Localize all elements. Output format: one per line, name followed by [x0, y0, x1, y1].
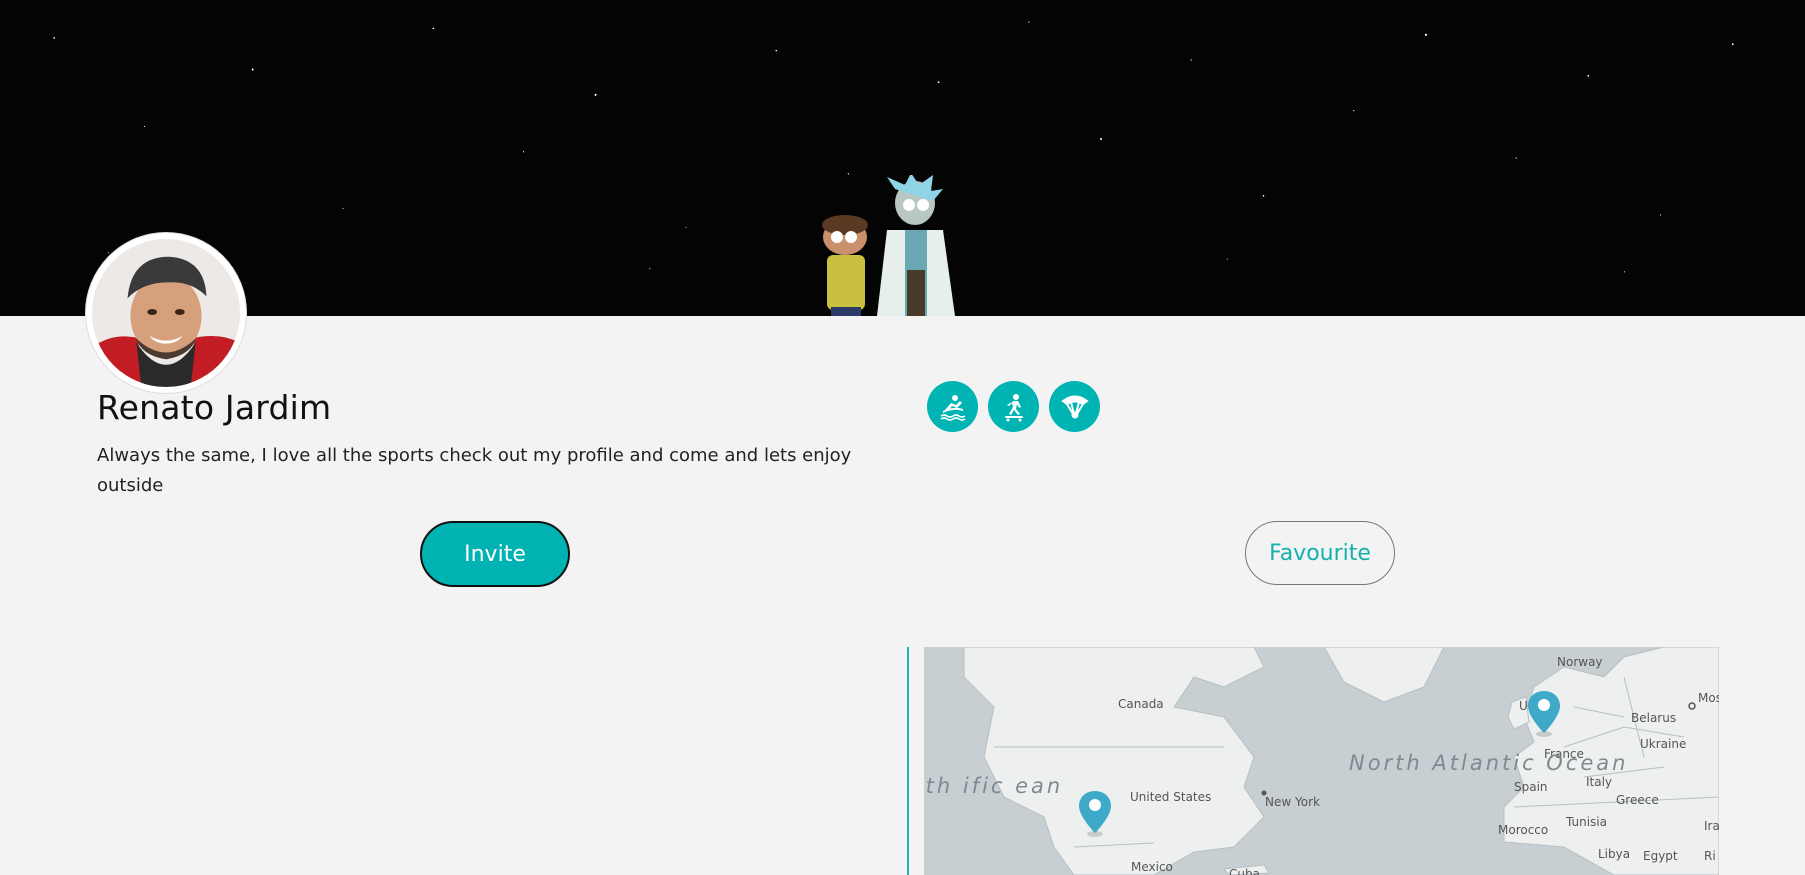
paragliding-icon[interactable] — [1049, 381, 1100, 432]
map-label-norway: Norway — [1557, 655, 1603, 669]
map-label-mexico: Mexico — [1131, 860, 1173, 874]
profile-name: Renato Jardim — [97, 388, 332, 427]
map-label-north-atlantic: North Atlantic Ocean — [1349, 751, 1629, 775]
map-label-united-states: United States — [1130, 790, 1212, 804]
map-label-iran: Ira — [1704, 819, 1719, 833]
map-label-greece: Greece — [1616, 793, 1659, 807]
skateboarding-icon[interactable] — [988, 381, 1039, 432]
map-label-cuba: Cuba — [1229, 867, 1260, 875]
location-map[interactable]: Norway Canada United Kingdom Belarus Mos… — [924, 647, 1719, 875]
map-label-morocco: Morocco — [1498, 823, 1549, 837]
sports-list — [927, 381, 1100, 432]
map-label-pacific: rth ific ean — [924, 774, 1064, 798]
map-pin-icon[interactable] — [1525, 689, 1563, 737]
favourite-button[interactable]: Favourite — [1245, 521, 1395, 585]
map-label-spain: Spain — [1514, 780, 1548, 794]
cover-image — [0, 0, 1805, 316]
map-label-tunisia: Tunisia — [1566, 815, 1607, 829]
map-label-new-york: New York — [1265, 795, 1320, 809]
map-divider — [907, 647, 909, 875]
map-label-egypt: Egypt — [1643, 849, 1678, 863]
avatar-photo — [92, 239, 240, 387]
avatar[interactable] — [85, 232, 247, 394]
cover-cartoon-figures — [822, 175, 955, 316]
map-label-ri: Ri — [1704, 849, 1716, 863]
profile-bio: Always the same, I love all the sports c… — [97, 445, 852, 496]
invite-button[interactable]: Invite — [420, 521, 570, 587]
map-label-libya: Libya — [1598, 847, 1631, 861]
map-label-canada: Canada — [1118, 697, 1164, 711]
surfing-icon[interactable] — [927, 381, 978, 432]
map-label-belarus: Belarus — [1631, 711, 1677, 725]
map-label-ukraine: Ukraine — [1640, 737, 1687, 751]
map-label-moscow: Mos — [1698, 691, 1719, 705]
map-pin-icon[interactable] — [1076, 789, 1114, 837]
map-label-italy: Italy — [1586, 775, 1613, 789]
